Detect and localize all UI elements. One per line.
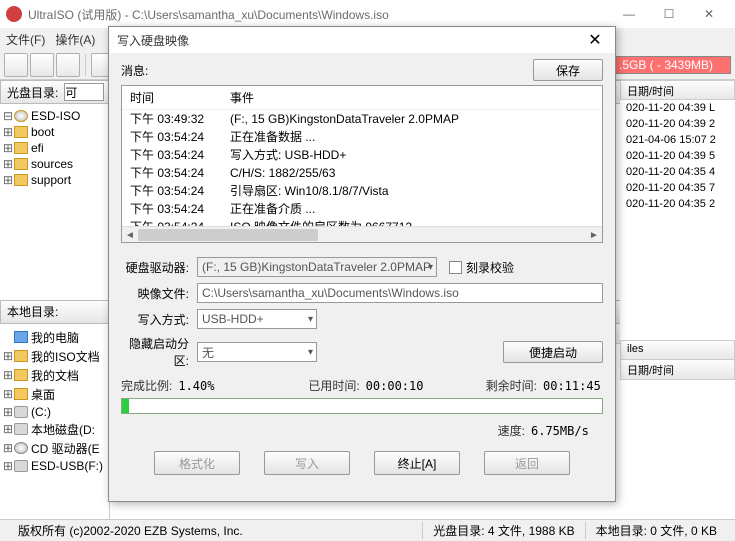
list-row[interactable]: 020-11-20 04:35 2 <box>620 196 735 212</box>
dialog-close-icon[interactable]: ✕ <box>583 28 607 52</box>
titlebar: UltraISO (试用版) - C:\Users\samantha_xu\Do… <box>0 0 735 28</box>
chevron-down-icon: ▾ <box>308 314 313 325</box>
tree-item[interactable]: ⊞sources <box>2 156 107 172</box>
log-row[interactable]: 下午 03:54:24引导扇区: Win10/8.1/8/7/Vista <box>122 182 602 200</box>
drive-dropdown[interactable]: (F:, 15 GB)KingstonDataTraveler 2.0PMAP▾ <box>197 257 437 277</box>
tree-item[interactable]: ⊞boot <box>2 124 107 140</box>
tree-item[interactable]: ⊞本地磁盘(D: <box>2 420 107 439</box>
image-label: 映像文件: <box>121 285 197 302</box>
log-row[interactable]: 下午 03:54:24ISO 映像文件的扇区数为 9667712 <box>122 218 602 226</box>
abort-button[interactable]: 终止[A] <box>374 451 460 475</box>
scroll-left-icon[interactable]: ◄ <box>122 227 138 243</box>
right-iles-header: iles <box>620 340 735 360</box>
tree-item[interactable]: ⊞ESD-USB(F:) <box>2 458 107 474</box>
write-disk-image-dialog: 写入硬盘映像 ✕ 消息: 保存 时间 事件 下午 03:49:32(F:, 15… <box>108 26 616 502</box>
log-h-scrollbar[interactable]: ◄ ► <box>122 226 602 242</box>
tree-item[interactable]: ⊞support <box>2 172 107 188</box>
remain-label: 剩余时间: <box>486 377 537 394</box>
tree-item[interactable]: ⊞CD 驱动器(E <box>2 439 107 458</box>
tree-computer[interactable]: 我的电脑 <box>2 328 107 347</box>
back-button[interactable]: 返回 <box>484 451 570 475</box>
tree-item[interactable]: ⊞(C:) <box>2 404 107 420</box>
log-row[interactable]: 下午 03:54:24C/H/S: 1882/255/63 <box>122 164 602 182</box>
log-row[interactable]: 下午 03:54:24正在准备介质 ... <box>122 200 602 218</box>
close-button[interactable]: ✕ <box>689 0 729 28</box>
status-local: 本地目录: 0 文件, 0 KB <box>585 522 727 539</box>
chevron-down-icon: ▾ <box>308 347 313 358</box>
message-label: 消息: <box>121 62 533 79</box>
drive-label: 硬盘驱动器: <box>121 259 197 276</box>
statusbar: 版权所有 (c)2002-2020 EZB Systems, Inc. 光盘目录… <box>0 519 735 541</box>
optical-label: 光盘目录: <box>7 84 58 101</box>
status-optical: 光盘目录: 4 文件, 1988 KB <box>422 522 584 539</box>
log-col-event: 事件 <box>222 86 262 109</box>
right-list-slice: 日期/时间 020-11-20 04:39 L020-11-20 04:39 2… <box>620 80 735 380</box>
menu-operate[interactable]: 操作(A) <box>55 31 95 48</box>
verify-checkbox[interactable] <box>449 261 462 274</box>
scroll-right-icon[interactable]: ► <box>586 227 602 243</box>
pct-value: 1.40% <box>178 379 248 393</box>
log-listbox[interactable]: 时间 事件 下午 03:49:32(F:, 15 GB)KingstonData… <box>121 85 603 243</box>
format-button[interactable]: 格式化 <box>154 451 240 475</box>
local-tree[interactable]: 我的电脑 ⊞我的ISO文档⊞我的文档⊞桌面⊞(C:)⊞本地磁盘(D:⊞CD 驱动… <box>0 324 110 520</box>
tree-item[interactable]: ⊞我的文档 <box>2 366 107 385</box>
minimize-button[interactable]: — <box>609 0 649 28</box>
menu-file[interactable]: 文件(F) <box>6 31 45 48</box>
capacity-bar: .5GB ( - 3439MB) <box>601 56 731 74</box>
hidden-boot-dropdown[interactable]: 无▾ <box>197 342 317 362</box>
progress-bar <box>121 398 603 414</box>
capacity-text: .5GB ( - 3439MB) <box>619 58 713 72</box>
scroll-thumb[interactable] <box>138 229 318 241</box>
status-copyright: 版权所有 (c)2002-2020 EZB Systems, Inc. <box>8 522 422 539</box>
remain-value: 00:11:45 <box>543 379 603 393</box>
app-icon <box>6 6 22 22</box>
list-row[interactable]: 020-11-20 04:39 5 <box>620 148 735 164</box>
right-date-header2[interactable]: 日期/时间 <box>620 360 735 380</box>
list-row[interactable]: 021-04-06 15:07 2 <box>620 132 735 148</box>
save-button[interactable]: 保存 <box>533 59 603 81</box>
speed-label: 速度: <box>498 422 525 439</box>
progress-fill <box>122 399 129 413</box>
verify-label: 刻录校验 <box>466 259 514 276</box>
write-mode-label: 写入方式: <box>121 311 197 328</box>
write-mode-dropdown[interactable]: USB-HDD+▾ <box>197 309 317 329</box>
log-row[interactable]: 下午 03:49:32(F:, 15 GB)KingstonDataTravel… <box>122 110 602 128</box>
list-row[interactable]: 020-11-20 04:35 7 <box>620 180 735 196</box>
quick-boot-button[interactable]: 便捷启动 <box>503 341 603 363</box>
dialog-title: 写入硬盘映像 <box>117 32 583 49</box>
optical-tree[interactable]: ⊟ ESD-ISO ⊞boot⊞efi⊞sources⊞support <box>0 104 110 300</box>
maximize-button[interactable]: ☐ <box>649 0 689 28</box>
speed-value: 6.75MB/s <box>531 424 591 438</box>
local-label: 本地目录: <box>7 303 58 320</box>
tree-item[interactable]: ⊞efi <box>2 140 107 156</box>
dialog-titlebar: 写入硬盘映像 ✕ <box>109 27 615 53</box>
toolbar-open-icon[interactable] <box>30 53 54 77</box>
optical-combo[interactable]: 可 <box>64 83 104 101</box>
log-col-time: 时间 <box>122 86 222 109</box>
elapsed-value: 00:00:10 <box>366 379 426 393</box>
tree-item[interactable]: ⊞我的ISO文档 <box>2 347 107 366</box>
pct-label: 完成比例: <box>121 377 172 394</box>
hidden-boot-label: 隐藏启动分区: <box>121 335 197 369</box>
log-row[interactable]: 下午 03:54:24正在准备数据 ... <box>122 128 602 146</box>
list-row[interactable]: 020-11-20 04:35 4 <box>620 164 735 180</box>
toolbar-save-icon[interactable] <box>56 53 80 77</box>
right-date-header[interactable]: 日期/时间 <box>620 80 735 100</box>
log-row[interactable]: 下午 03:54:24写入方式: USB-HDD+ <box>122 146 602 164</box>
list-row[interactable]: 020-11-20 04:39 2 <box>620 116 735 132</box>
tree-root[interactable]: ⊟ ESD-ISO <box>2 108 107 124</box>
elapsed-label: 已用时间: <box>308 377 359 394</box>
list-row[interactable]: 020-11-20 04:39 L <box>620 100 735 116</box>
image-path-field[interactable]: C:\Users\samantha_xu\Documents\Windows.i… <box>197 283 603 303</box>
chevron-down-icon: ▾ <box>428 262 433 273</box>
toolbar-new-icon[interactable] <box>4 53 28 77</box>
tree-item[interactable]: ⊞桌面 <box>2 385 107 404</box>
window-title: UltraISO (试用版) - C:\Users\samantha_xu\Do… <box>28 6 609 23</box>
write-button[interactable]: 写入 <box>264 451 350 475</box>
